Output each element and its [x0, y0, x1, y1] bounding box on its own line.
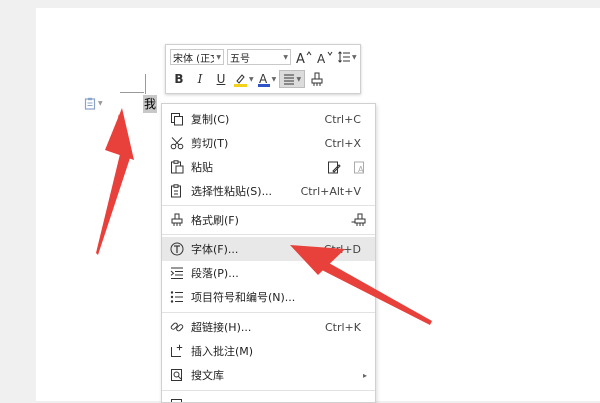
- paste-options-button[interactable]: ▼: [84, 96, 108, 110]
- chevron-down-icon: ▼: [98, 100, 103, 107]
- menu-item-label: 粘贴: [191, 159, 213, 175]
- menu-item-cut[interactable]: 剪切(T) Ctrl+X: [162, 131, 375, 155]
- underline-button[interactable]: U: [212, 70, 230, 88]
- menu-item-hyperlink[interactable]: 超链接(H)... Ctrl+K: [162, 315, 375, 339]
- increase-font-size-button[interactable]: A: [295, 48, 313, 66]
- menu-item-shortcut: Ctrl+C: [325, 113, 361, 126]
- menu-item-copy[interactable]: 复制(C) Ctrl+C: [162, 107, 375, 131]
- font-size-select[interactable]: 五号 ▼: [227, 49, 291, 65]
- search-library-icon: [169, 367, 185, 383]
- font-size-value: 五号: [230, 50, 281, 65]
- font-grow-icon: A: [296, 50, 312, 64]
- menu-item-format-painter[interactable]: 格式刷(F): [162, 208, 375, 232]
- partial-menu-icon: [169, 397, 185, 403]
- chevron-down-icon: ▼: [296, 76, 301, 83]
- menu-item-label: 段落(P)...: [191, 265, 239, 281]
- copy-icon: [169, 111, 185, 127]
- format-brush-icon: [310, 72, 324, 87]
- chevron-down-icon: ▼: [352, 54, 357, 61]
- submenu-arrow-icon: ▸: [363, 371, 367, 380]
- menu-separator: [162, 205, 375, 206]
- menu-item-label: 格式刷(F): [191, 212, 239, 228]
- format-painter-button[interactable]: [308, 70, 326, 88]
- svg-text:A: A: [259, 72, 268, 86]
- menu-separator: [162, 234, 375, 235]
- font-shrink-icon: A: [317, 50, 333, 64]
- scissors-icon: [169, 135, 185, 151]
- svg-text:A: A: [296, 52, 305, 64]
- bullets-numbering-icon: [169, 289, 185, 305]
- font-name-select[interactable]: 宋体 (正文 ▼: [170, 49, 224, 65]
- hyperlink-icon: [169, 319, 185, 335]
- highlighter-icon: [233, 72, 248, 87]
- menu-item-paste[interactable]: 粘贴 A: [162, 155, 375, 179]
- menu-item-paragraph[interactable]: 段落(P)...: [162, 261, 375, 285]
- chevron-down-icon: ▼: [272, 76, 277, 83]
- menu-item-label: 剪切(T): [191, 135, 228, 151]
- menu-item-label: 项目符号和编号(N)...: [191, 289, 295, 305]
- menu-separator: [162, 312, 375, 313]
- menu-item-partial[interactable]: [162, 393, 375, 403]
- selected-text[interactable]: 我: [143, 95, 157, 113]
- menu-item-font[interactable]: 字体(F)... Ctrl+D: [162, 237, 375, 261]
- line-spacing-button[interactable]: ▼: [337, 48, 357, 66]
- decrease-font-size-button[interactable]: A: [316, 48, 334, 66]
- menu-item-label: 超链接(H)...: [191, 319, 251, 335]
- highlight-color-button[interactable]: ▼: [233, 70, 254, 88]
- font-name-value: 宋体 (正文: [173, 50, 214, 65]
- bold-button[interactable]: B: [170, 70, 188, 88]
- format-painter-side-icon[interactable]: [351, 213, 367, 227]
- svg-text:A: A: [358, 165, 364, 174]
- align-justify-icon: [283, 73, 295, 85]
- italic-button[interactable]: I: [191, 70, 209, 88]
- paste-keep-format-icon[interactable]: [327, 160, 341, 174]
- menu-item-insert-comment[interactable]: 插入批注(M): [162, 339, 375, 363]
- menu-item-label: 选择性粘贴(S)...: [191, 183, 272, 199]
- menu-item-shortcut: Ctrl+Alt+V: [301, 185, 361, 198]
- font-color-button[interactable]: A ▼: [257, 70, 277, 88]
- format-brush-icon: [169, 212, 185, 228]
- menu-item-shortcut: Ctrl+D: [324, 243, 361, 256]
- menu-item-label: 字体(F)...: [191, 241, 238, 257]
- font-icon: [169, 241, 185, 257]
- paste-text-only-icon[interactable]: A: [353, 160, 367, 174]
- menu-item-label: 插入批注(M): [191, 343, 253, 359]
- menu-item-label: 搜文库: [191, 367, 224, 383]
- margin-mark-horizontal: [120, 92, 144, 93]
- align-button[interactable]: ▼: [279, 70, 305, 88]
- paste-icon: [169, 159, 185, 175]
- menu-item-paste-special[interactable]: 选择性粘贴(S)... Ctrl+Alt+V: [162, 179, 375, 203]
- menu-item-shortcut: Ctrl+K: [325, 321, 361, 334]
- chevron-down-icon: ▼: [249, 76, 254, 83]
- paste-special-icon: [169, 183, 185, 199]
- line-spacing-icon: [337, 50, 351, 64]
- paste-options-icon: [84, 97, 96, 110]
- menu-separator: [162, 390, 375, 391]
- menu-item-search-library[interactable]: 搜文库 ▸: [162, 363, 375, 387]
- context-menu: 复制(C) Ctrl+C 剪切(T) Ctrl+X 粘贴 A 选择性粘贴(S).…: [161, 103, 376, 403]
- font-color-icon: A: [257, 72, 271, 87]
- menu-item-bullets-numbering[interactable]: 项目符号和编号(N)...: [162, 285, 375, 309]
- paragraph-icon: [169, 265, 185, 281]
- menu-item-label: 复制(C): [191, 111, 229, 127]
- margin-mark-vertical: [145, 74, 146, 94]
- comment-icon: [169, 343, 185, 359]
- svg-text:A: A: [317, 52, 326, 64]
- mini-format-toolbar: 宋体 (正文 ▼ 五号 ▼ A A ▼ B I U ▼ A ▼: [165, 44, 361, 94]
- chevron-down-icon: ▼: [283, 54, 288, 61]
- menu-item-shortcut: Ctrl+X: [325, 137, 361, 150]
- chevron-down-icon: ▼: [216, 54, 221, 61]
